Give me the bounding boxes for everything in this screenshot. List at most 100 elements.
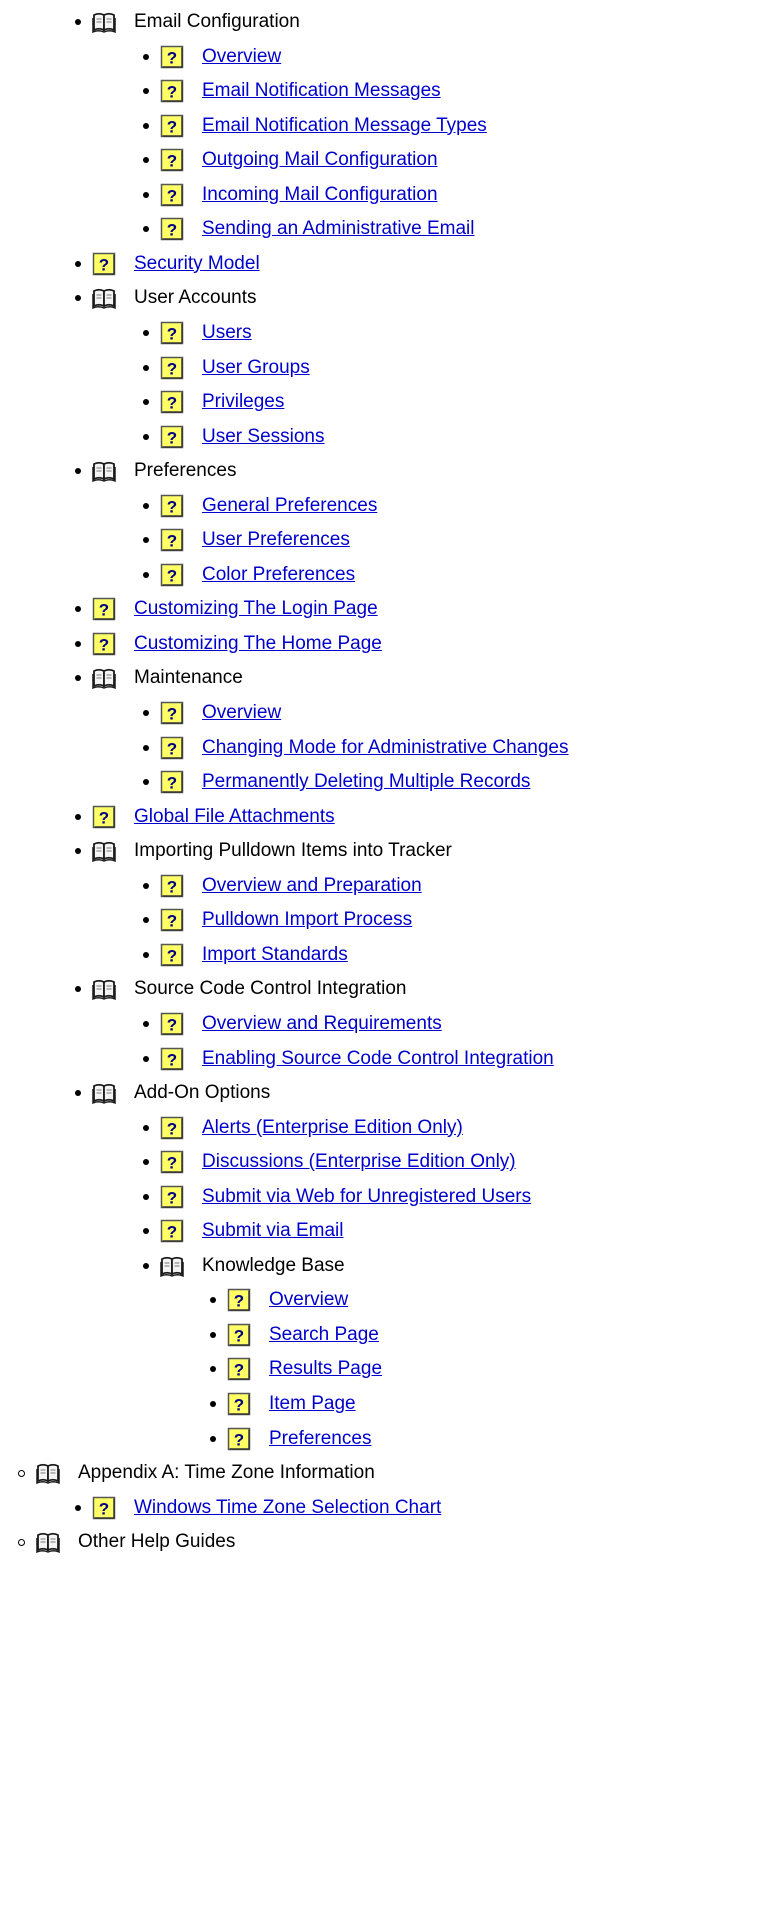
toc-topic-import-standards[interactable]: ? Import Standards xyxy=(143,938,348,972)
toc-topic-item-page[interactable]: ? Item Page xyxy=(210,1387,356,1421)
topic-link[interactable]: Security Model xyxy=(134,253,260,275)
help-page-icon[interactable]: ? xyxy=(160,425,184,449)
toc-topic-changing-mode-for-administrative-changes[interactable]: ? Changing Mode for Administrative Change… xyxy=(143,731,568,765)
topic-link[interactable]: Results Page xyxy=(269,1358,382,1380)
topic-link[interactable]: Changing Mode for Administrative Changes xyxy=(202,737,568,759)
help-page-icon[interactable]: ? xyxy=(160,736,184,760)
topic-link[interactable]: Customizing The Login Page xyxy=(134,598,378,620)
topic-link[interactable]: Enabling Source Code Control Integration xyxy=(202,1048,554,1070)
toc-topic-overview-and-preparation[interactable]: ? Overview and Preparation xyxy=(143,869,422,903)
help-page-icon[interactable]: ? xyxy=(160,79,184,103)
topic-link[interactable]: Color Preferences xyxy=(202,564,355,586)
toc-topic-overview-and-requirements[interactable]: ? Overview and Requirements xyxy=(143,1007,442,1041)
toc-topic-search-page[interactable]: ? Search Page xyxy=(210,1318,379,1352)
help-page-icon[interactable]: ? xyxy=(160,1185,184,1209)
toc-topic-email-notification-message-types[interactable]: ? Email Notification Message Types xyxy=(143,109,487,143)
help-page-icon[interactable]: ? xyxy=(160,770,184,794)
toc-topic-global-file-attachments[interactable]: ? Global File Attachments xyxy=(75,800,335,834)
help-page-icon[interactable]: ? xyxy=(92,1496,116,1520)
help-page-icon[interactable]: ? xyxy=(160,356,184,380)
topic-link[interactable]: Email Notification Message Types xyxy=(202,115,487,137)
topic-link[interactable]: Overview xyxy=(269,1289,348,1311)
toc-topic-permanently-deleting-multiple-records[interactable]: ? Permanently Deleting Multiple Records xyxy=(143,765,530,799)
toc-topic-user-sessions[interactable]: ? User Sessions xyxy=(143,420,325,454)
help-page-icon[interactable]: ? xyxy=(227,1357,251,1381)
topic-link[interactable]: Overview xyxy=(202,46,281,68)
help-page-icon[interactable]: ? xyxy=(227,1392,251,1416)
help-page-icon[interactable]: ? xyxy=(160,494,184,518)
help-page-icon[interactable]: ? xyxy=(160,563,184,587)
toc-topic-customizing-the-login-page[interactable]: ? Customizing The Login Page xyxy=(75,592,378,626)
toc-topic-sending-an-administrative-email[interactable]: ? Sending an Administrative Email xyxy=(143,212,474,246)
help-page-icon[interactable]: ? xyxy=(160,148,184,172)
topic-link[interactable]: Alerts (Enterprise Edition Only) xyxy=(202,1117,463,1139)
help-page-icon[interactable]: ? xyxy=(227,1427,251,1451)
topic-link[interactable]: User Sessions xyxy=(202,426,325,448)
toc-topic-alerts-enterprise-edition-only[interactable]: ? Alerts (Enterprise Edition Only) xyxy=(143,1111,463,1145)
topic-link[interactable]: Discussions (Enterprise Edition Only) xyxy=(202,1151,516,1173)
help-page-icon[interactable]: ? xyxy=(160,943,184,967)
topic-link[interactable]: Permanently Deleting Multiple Records xyxy=(202,771,530,793)
help-page-icon[interactable]: ? xyxy=(160,183,184,207)
toc-topic-overview[interactable]: ? Overview xyxy=(143,696,281,730)
help-page-icon[interactable]: ? xyxy=(92,632,116,656)
topic-link[interactable]: User Preferences xyxy=(202,529,350,551)
help-page-icon[interactable]: ? xyxy=(92,805,116,829)
toc-topic-overview[interactable]: ? Overview xyxy=(210,1283,348,1317)
topic-link[interactable]: Overview and Requirements xyxy=(202,1013,442,1035)
help-page-icon[interactable]: ? xyxy=(160,114,184,138)
toc-topic-email-notification-messages[interactable]: ? Email Notification Messages xyxy=(143,74,441,108)
topic-link[interactable]: Customizing The Home Page xyxy=(134,633,382,655)
topic-link[interactable]: Windows Time Zone Selection Chart xyxy=(134,1497,441,1519)
help-page-icon[interactable]: ? xyxy=(160,1150,184,1174)
topic-link[interactable]: Overview xyxy=(202,702,281,724)
toc-topic-submit-via-email[interactable]: ? Submit via Email xyxy=(143,1214,344,1248)
toc-topic-enabling-source-code-control-integration[interactable]: ? Enabling Source Code Control Integratio… xyxy=(143,1042,554,1076)
toc-topic-incoming-mail-configuration[interactable]: ? Incoming Mail Configuration xyxy=(143,178,438,212)
topic-link[interactable]: Sending an Administrative Email xyxy=(202,218,474,240)
topic-link[interactable]: Incoming Mail Configuration xyxy=(202,184,438,206)
help-page-icon[interactable]: ? xyxy=(160,528,184,552)
topic-link[interactable]: Submit via Web for Unregistered Users xyxy=(202,1186,531,1208)
toc-topic-pulldown-import-process[interactable]: ? Pulldown Import Process xyxy=(143,903,412,937)
toc-topic-color-preferences[interactable]: ? Color Preferences xyxy=(143,558,355,592)
toc-topic-security-model[interactable]: ? Security Model xyxy=(75,247,260,281)
toc-topic-results-page[interactable]: ? Results Page xyxy=(210,1352,382,1386)
help-page-icon[interactable]: ? xyxy=(160,1116,184,1140)
toc-topic-customizing-the-home-page[interactable]: ? Customizing The Home Page xyxy=(75,627,382,661)
toc-topic-general-preferences[interactable]: ? General Preferences xyxy=(143,489,377,523)
topic-link[interactable]: User Groups xyxy=(202,357,310,379)
help-page-icon[interactable]: ? xyxy=(227,1288,251,1312)
help-page-icon[interactable]: ? xyxy=(160,874,184,898)
help-page-icon[interactable]: ? xyxy=(160,321,184,345)
help-page-icon[interactable]: ? xyxy=(160,1047,184,1071)
toc-topic-users[interactable]: ? Users xyxy=(143,316,252,350)
topic-link[interactable]: Preferences xyxy=(269,1428,371,1450)
topic-link[interactable]: Privileges xyxy=(202,391,284,413)
help-page-icon[interactable]: ? xyxy=(160,701,184,725)
topic-link[interactable]: Users xyxy=(202,322,252,344)
help-page-icon[interactable]: ? xyxy=(92,597,116,621)
topic-link[interactable]: Global File Attachments xyxy=(134,806,335,828)
toc-topic-user-groups[interactable]: ? User Groups xyxy=(143,351,310,385)
toc-topic-user-preferences[interactable]: ? User Preferences xyxy=(143,523,350,557)
help-page-icon[interactable]: ? xyxy=(160,908,184,932)
help-page-icon[interactable]: ? xyxy=(92,252,116,276)
topic-link[interactable]: Email Notification Messages xyxy=(202,80,441,102)
toc-topic-submit-via-web-for-unregistered-users[interactable]: ? Submit via Web for Unregistered Users xyxy=(143,1180,531,1214)
help-page-icon[interactable]: ? xyxy=(227,1323,251,1347)
topic-link[interactable]: Import Standards xyxy=(202,944,348,966)
topic-link[interactable]: Pulldown Import Process xyxy=(202,909,412,931)
toc-topic-preferences[interactable]: ? Preferences xyxy=(210,1422,371,1456)
topic-link[interactable]: Outgoing Mail Configuration xyxy=(202,149,438,171)
topic-link[interactable]: Overview and Preparation xyxy=(202,875,422,897)
topic-link[interactable]: Submit via Email xyxy=(202,1220,344,1242)
toc-topic-outgoing-mail-configuration[interactable]: ? Outgoing Mail Configuration xyxy=(143,143,438,177)
help-page-icon[interactable]: ? xyxy=(160,217,184,241)
topic-link[interactable]: General Preferences xyxy=(202,495,377,517)
help-page-icon[interactable]: ? xyxy=(160,390,184,414)
toc-topic-discussions-enterprise-edition-only[interactable]: ? Discussions (Enterprise Edition Only) xyxy=(143,1145,516,1179)
help-page-icon[interactable]: ? xyxy=(160,1219,184,1243)
toc-topic-privileges[interactable]: ? Privileges xyxy=(143,385,284,419)
topic-link[interactable]: Item Page xyxy=(269,1393,356,1415)
